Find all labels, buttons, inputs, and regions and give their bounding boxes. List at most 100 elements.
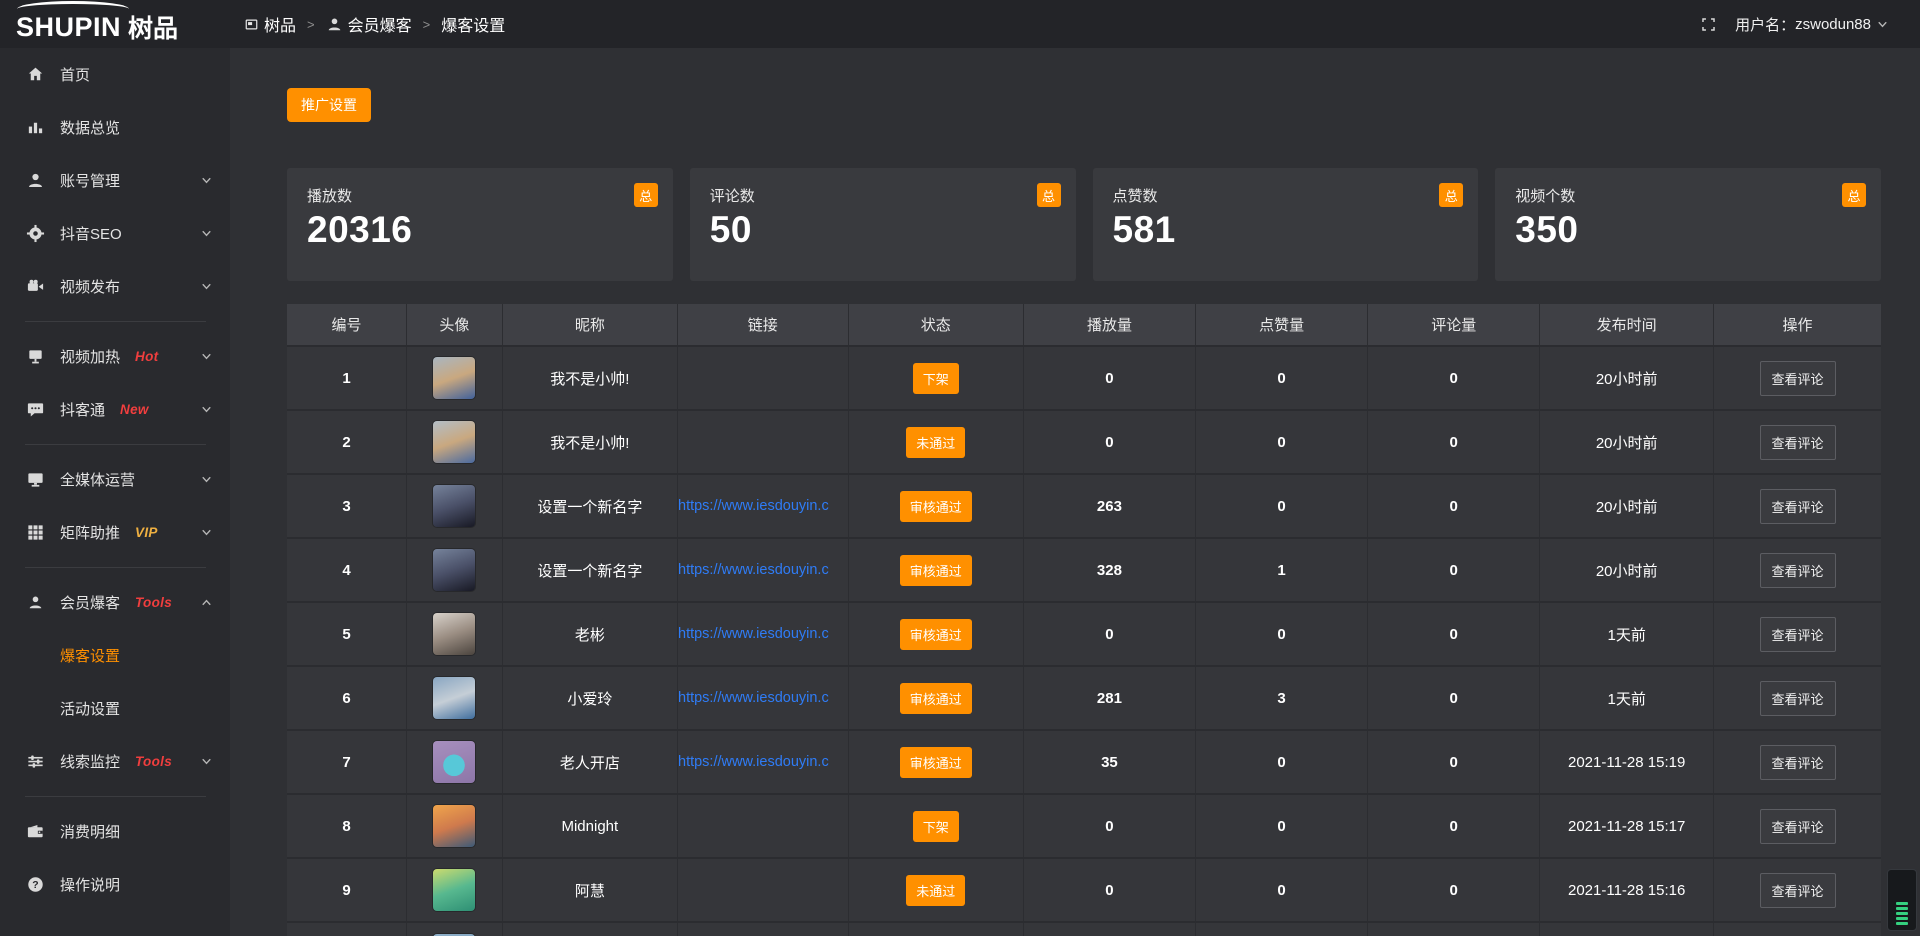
cell-plays: 0 xyxy=(1023,858,1195,922)
view-comments-button[interactable]: 查看评论 xyxy=(1760,873,1836,908)
video-link[interactable]: https://www.iesdouyin.c xyxy=(678,754,848,770)
sidebar-subitem-3-1[interactable]: 爆客设置 xyxy=(0,629,230,682)
sidebar-item-badge: Tools xyxy=(135,595,172,610)
cell-plays: 0 xyxy=(1023,346,1195,410)
column-header-8: 发布时间 xyxy=(1540,304,1714,346)
app-logo[interactable]: SHUPIN 树品 xyxy=(0,0,230,48)
cell-plays: 0 xyxy=(1023,794,1195,858)
cell-plays: 0 xyxy=(1023,602,1195,666)
avatar xyxy=(433,741,475,783)
sidebar-item-label: 抖音SEO xyxy=(60,223,122,244)
cell-link xyxy=(678,346,849,410)
sidebar-item-0-3[interactable]: 抖音SEO xyxy=(0,207,230,260)
sidebar-item-2-1[interactable]: 矩阵助推VIP xyxy=(0,506,230,559)
promo-settings-button[interactable]: 推广设置 xyxy=(287,88,371,122)
sliders-icon xyxy=(25,752,45,772)
logo-suffix: 树品 xyxy=(128,3,178,45)
cell-comments: 0 xyxy=(1368,666,1540,730)
view-comments-button[interactable]: 查看评论 xyxy=(1760,681,1836,716)
status-badge: 下架 xyxy=(913,363,959,394)
view-comments-button[interactable]: 查看评论 xyxy=(1760,425,1836,460)
cell-comments: 0 xyxy=(1368,474,1540,538)
sidebar-item-0-2[interactable]: 账号管理 xyxy=(0,154,230,207)
sidebar-item-badge: New xyxy=(120,402,149,417)
board-icon xyxy=(244,17,259,32)
cell-plays xyxy=(1023,922,1195,936)
video-link[interactable]: https://www.iesdouyin.c xyxy=(678,562,848,578)
status-badge: 下架 xyxy=(913,811,959,842)
breadcrumb-separator: > xyxy=(307,17,315,32)
monitor-icon xyxy=(25,470,45,490)
stat-card-value: 50 xyxy=(710,209,1056,251)
cell-link: https://www.iesdouyin.c xyxy=(678,730,849,794)
chevron-down-icon xyxy=(199,226,214,241)
sidebar-subitem-3-2[interactable]: 活动设置 xyxy=(0,682,230,735)
cell-likes: 0 xyxy=(1196,346,1368,410)
sidebar-item-4-0[interactable]: 消费明细 xyxy=(0,805,230,858)
cell-likes: 0 xyxy=(1196,858,1368,922)
cell-avatar xyxy=(407,538,503,602)
user-menu[interactable]: 用户名： zswodun88 xyxy=(1735,14,1890,35)
stat-card-value: 350 xyxy=(1515,209,1861,251)
sidebar-item-0-1[interactable]: 数据总览 xyxy=(0,101,230,154)
chart-icon xyxy=(25,118,45,138)
sidebar-item-1-1[interactable]: 抖客通New xyxy=(0,383,230,436)
cell-likes: 0 xyxy=(1196,730,1368,794)
fullscreen-icon[interactable] xyxy=(1700,16,1717,33)
sidebar-item-label: 活动设置 xyxy=(60,698,120,719)
column-header-3: 链接 xyxy=(678,304,849,346)
video-link[interactable]: https://www.iesdouyin.c xyxy=(678,626,848,642)
cell-likes: 0 xyxy=(1196,474,1368,538)
cell-actions xyxy=(1714,922,1881,936)
chevron-up-icon xyxy=(199,595,214,610)
breadcrumb-item-1[interactable]: 会员爆客 xyxy=(326,12,412,36)
view-comments-button[interactable]: 查看评论 xyxy=(1760,809,1836,844)
cell-actions: 查看评论 xyxy=(1714,538,1881,602)
widget-bar xyxy=(1896,902,1908,905)
cell-actions: 查看评论 xyxy=(1714,666,1881,730)
breadcrumb-item-0[interactable]: 树品 xyxy=(244,12,296,36)
wallet-icon xyxy=(25,822,45,842)
sidebar-item-0-0[interactable]: 首页 xyxy=(0,48,230,101)
view-comments-button[interactable]: 查看评论 xyxy=(1760,617,1836,652)
cell-publish-time: 20小时前 xyxy=(1540,538,1714,602)
sidebar-item-4-1[interactable]: ?操作说明 xyxy=(0,858,230,911)
stat-card-total-badge: 总 xyxy=(1439,183,1463,207)
floating-widget[interactable] xyxy=(1887,869,1917,931)
view-comments-button[interactable]: 查看评论 xyxy=(1760,361,1836,396)
cell-publish-time: 1天前 xyxy=(1540,666,1714,730)
view-comments-button[interactable]: 查看评论 xyxy=(1760,489,1836,524)
cell-status: 未通过 xyxy=(848,410,1023,474)
video-link[interactable]: https://www.iesdouyin.c xyxy=(678,690,848,706)
sidebar-item-1-0[interactable]: 视频加热Hot xyxy=(0,330,230,383)
cell-id: 4 xyxy=(287,538,407,602)
sidebar-item-3-3[interactable]: 线索监控Tools xyxy=(0,735,230,788)
stat-card-total-badge: 总 xyxy=(1037,183,1061,207)
cell-actions: 查看评论 xyxy=(1714,730,1881,794)
view-comments-button[interactable]: 查看评论 xyxy=(1760,553,1836,588)
cell-avatar xyxy=(407,794,503,858)
video-link[interactable]: https://www.iesdouyin.c xyxy=(678,498,848,514)
avatar xyxy=(433,549,475,591)
cell-nickname: 我不是小帅! xyxy=(502,346,677,410)
breadcrumb-separator: > xyxy=(423,17,431,32)
sidebar-item-0-4[interactable]: 视频发布 xyxy=(0,260,230,313)
status-badge: 审核通过 xyxy=(900,683,972,714)
sidebar-divider xyxy=(25,567,206,568)
sidebar-item-3-0[interactable]: 会员爆客Tools xyxy=(0,576,230,629)
view-comments-button[interactable]: 查看评论 xyxy=(1760,745,1836,780)
cell-plays: 35 xyxy=(1023,730,1195,794)
avatar xyxy=(433,421,475,463)
cell-actions: 查看评论 xyxy=(1714,410,1881,474)
chevron-down-icon xyxy=(1875,17,1890,32)
cell-nickname: 老彬 xyxy=(502,602,677,666)
breadcrumb-item-2[interactable]: 爆客设置 xyxy=(441,12,505,36)
stat-card-2: 点赞数总581 xyxy=(1093,168,1479,281)
stat-card-value: 20316 xyxy=(307,209,653,251)
cell-publish-time: 2021-11-28 15:16 xyxy=(1540,858,1714,922)
widget-bar xyxy=(1896,912,1908,915)
cell-publish-time: 20小时前 xyxy=(1540,474,1714,538)
breadcrumb-label: 树品 xyxy=(264,12,296,36)
sidebar-item-2-0[interactable]: 全媒体运营 xyxy=(0,453,230,506)
cell-link: https://www.iesdouyin.c xyxy=(678,538,849,602)
